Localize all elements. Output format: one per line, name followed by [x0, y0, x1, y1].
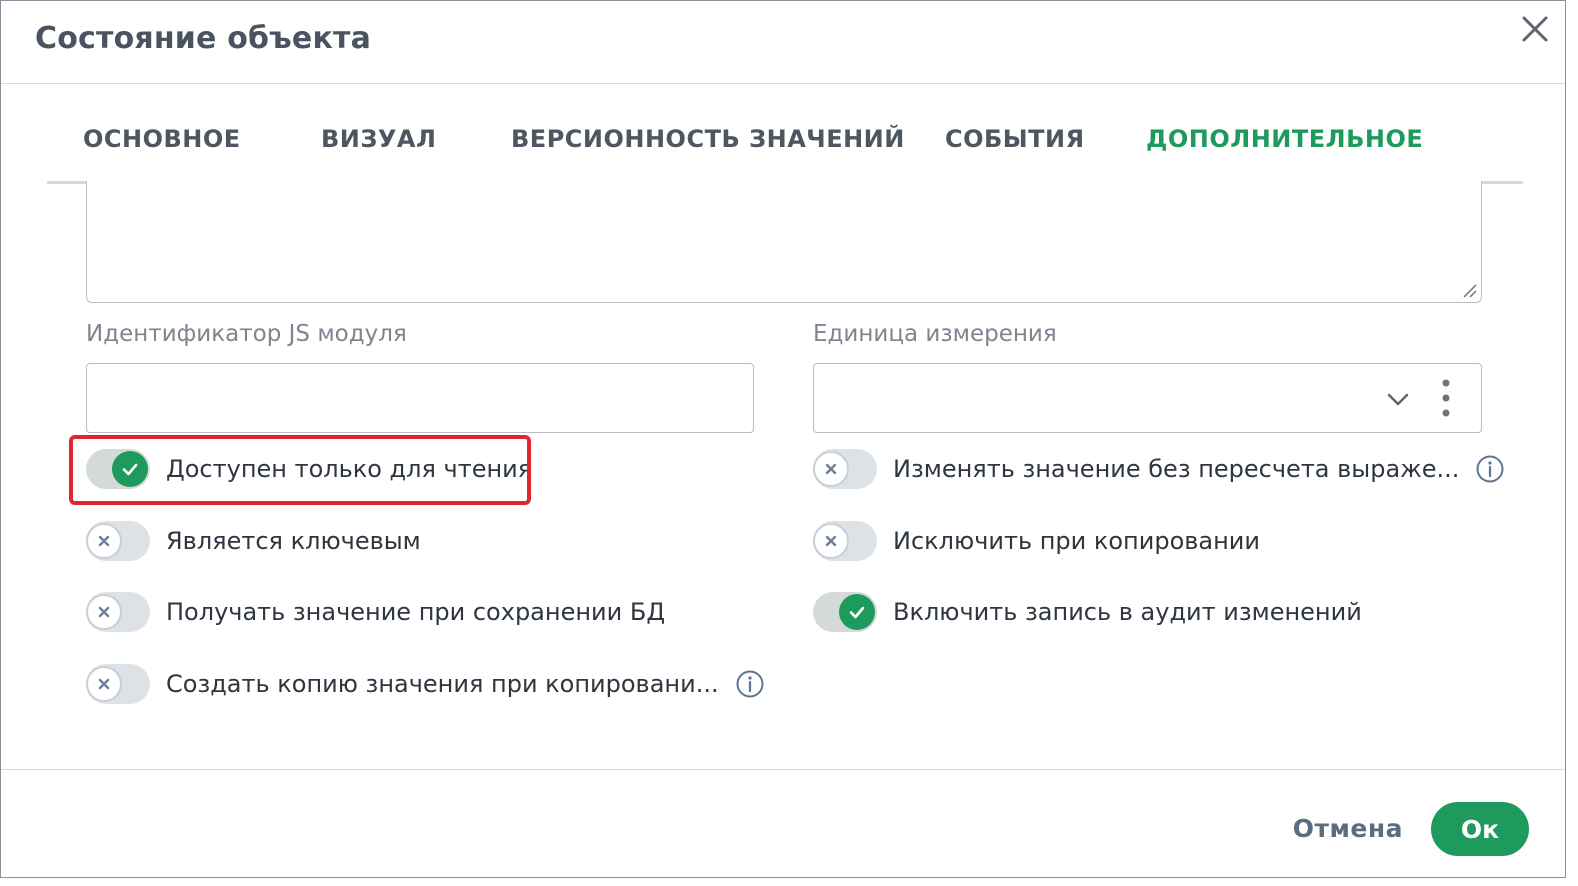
cancel-button[interactable]: Отмена	[1293, 814, 1403, 843]
cross-icon	[98, 678, 110, 690]
is-key-toggle[interactable]	[86, 521, 150, 561]
info-icon	[736, 670, 764, 698]
exclude-copy-toggle[interactable]	[813, 521, 877, 561]
toggle-row-no-recalc: Изменять значение без пересчета выраже..…	[813, 447, 1505, 491]
tab-value-versioning[interactable]: ВЕРСИОННОСТЬ ЗНАЧЕНИЙ	[511, 125, 905, 153]
copy-value-info-button[interactable]	[735, 669, 765, 699]
toggle-row-key: Является ключевым	[86, 519, 421, 563]
resize-grip-icon[interactable]	[1461, 282, 1477, 298]
copy-value-toggle[interactable]	[86, 664, 150, 704]
tab-additional[interactable]: ДОПОЛНИТЕЛЬНОЕ	[1146, 125, 1423, 153]
toggle-row-audit: Включить запись в аудит изменений	[813, 590, 1362, 634]
dialog: Состояние объекта ОСНОВНОЕ ВИЗУАЛ ВЕРСИО…	[0, 0, 1566, 878]
audit-label: Включить запись в аудит изменений	[893, 598, 1362, 626]
js-module-input-box	[86, 363, 754, 433]
tab-bar: ОСНОВНОЕ ВИЗУАЛ ВЕРСИОННОСТЬ ЗНАЧЕНИЙ СО…	[47, 111, 1523, 184]
no-recalc-toggle[interactable]	[813, 449, 877, 489]
toggle-row-get-on-save: Получать значение при сохранении БД	[86, 590, 665, 634]
toggle-row-exclude-copy: Исключить при копировании	[813, 519, 1260, 563]
js-module-input[interactable]	[87, 364, 753, 432]
unit-select[interactable]	[813, 363, 1482, 433]
audit-toggle[interactable]	[813, 592, 877, 632]
exclude-copy-label: Исключить при копировании	[893, 527, 1260, 555]
toggle-row-copy-value: Создать копию значения при копировани...	[86, 662, 765, 706]
close-button[interactable]	[1515, 9, 1555, 49]
description-textarea[interactable]	[86, 181, 1482, 303]
ok-button[interactable]: Ок	[1431, 802, 1529, 856]
no-recalc-label: Изменять значение без пересчета выраже..…	[893, 455, 1460, 483]
chevron-down-icon[interactable]	[1385, 386, 1411, 412]
check-icon	[849, 606, 865, 619]
highlight-box	[69, 435, 531, 505]
no-recalc-info-button[interactable]	[1475, 454, 1505, 484]
tab-visual[interactable]: ВИЗУАЛ	[321, 125, 436, 153]
tab-events[interactable]: СОБЫТИЯ	[945, 125, 1085, 153]
get-on-save-label: Получать значение при сохранении БД	[166, 598, 666, 626]
dialog-footer: Отмена Ок	[1, 769, 1565, 880]
js-module-label: Идентификатор JS модуля	[86, 321, 407, 347]
info-icon	[1476, 455, 1504, 483]
dialog-title: Состояние объекта	[35, 21, 372, 56]
get-on-save-toggle[interactable]	[86, 592, 150, 632]
cross-icon	[98, 606, 110, 618]
is-key-label: Является ключевым	[166, 527, 421, 555]
cross-icon	[825, 463, 837, 475]
more-options-icon[interactable]	[1441, 378, 1451, 418]
tab-main[interactable]: ОСНОВНОЕ	[83, 125, 241, 153]
copy-value-label: Создать копию значения при копировани...	[166, 670, 719, 698]
unit-label: Единица измерения	[813, 321, 1057, 347]
cross-icon	[825, 535, 837, 547]
cross-icon	[98, 535, 110, 547]
dialog-header: Состояние объекта	[1, 1, 1565, 84]
close-icon	[1522, 16, 1548, 42]
